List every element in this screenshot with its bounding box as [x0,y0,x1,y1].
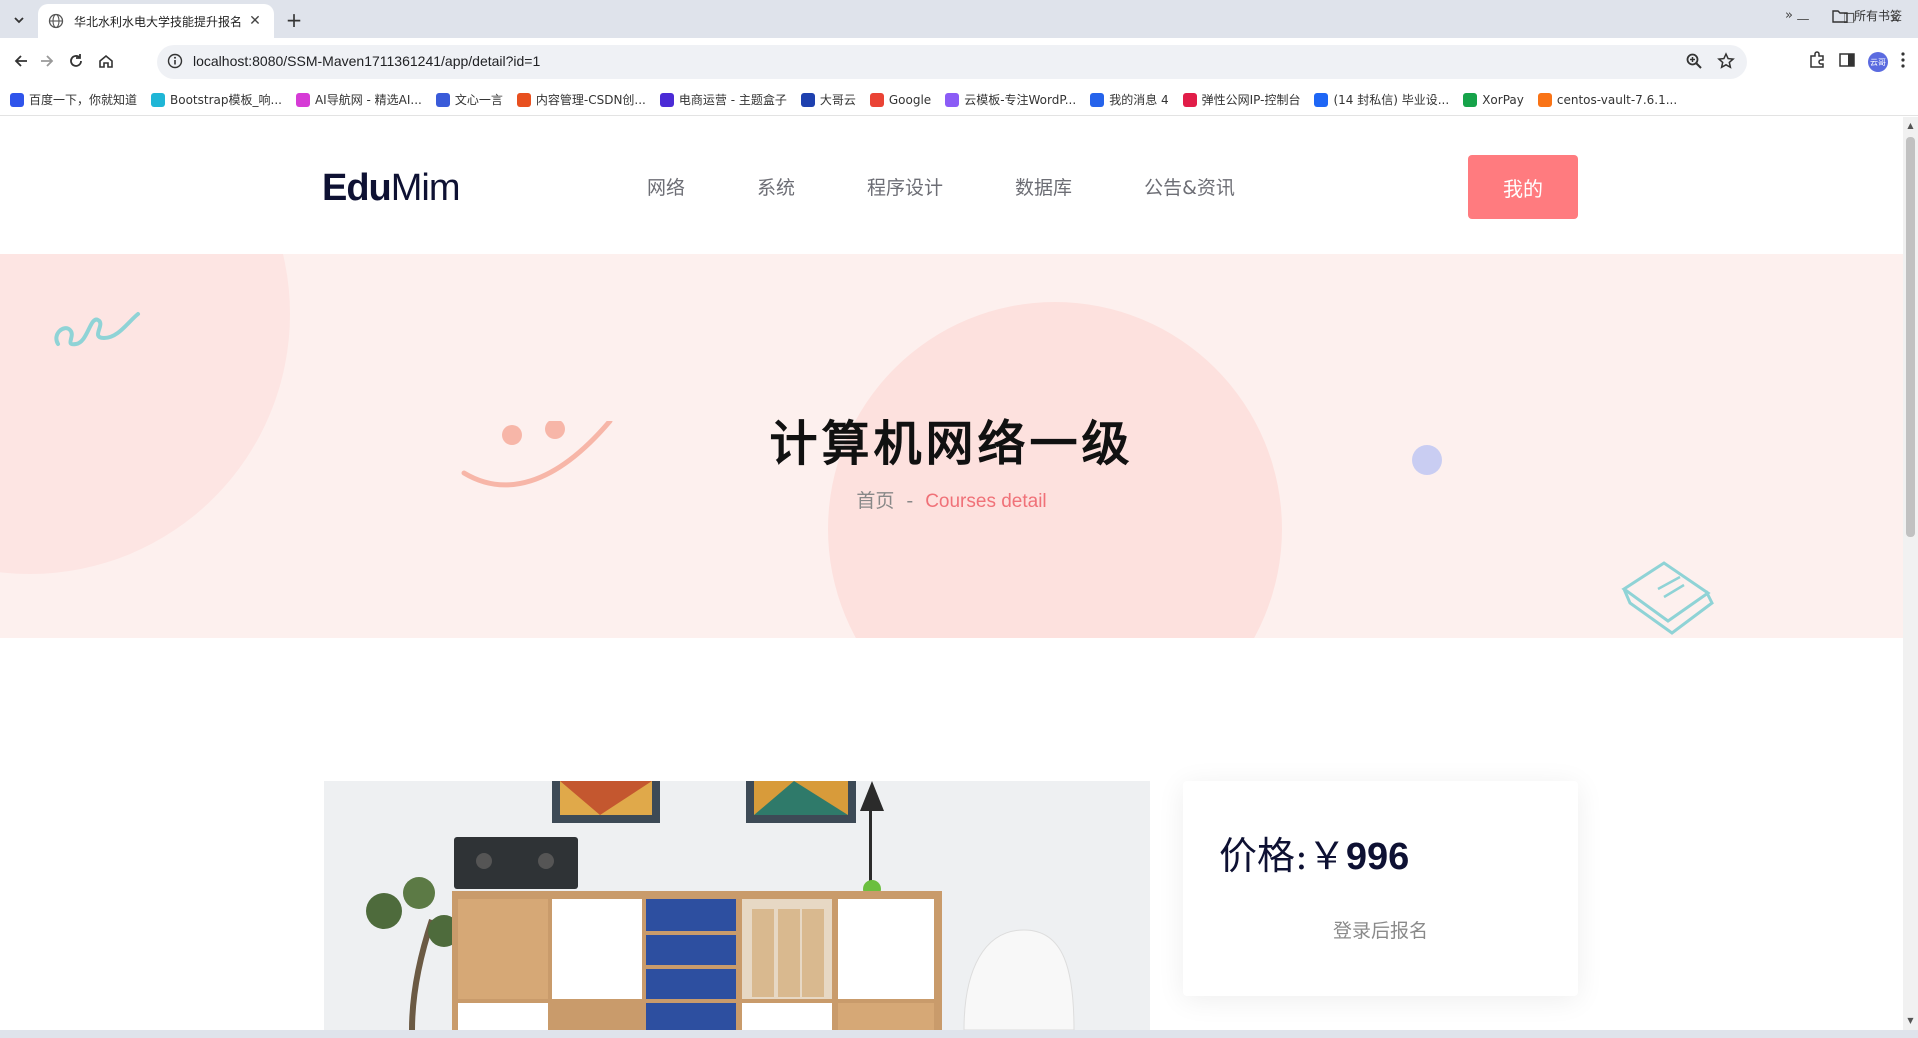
bookmark-label: 弹性公网IP-控制台 [1201,93,1301,107]
nav-item-news[interactable]: 公告&资讯 [1144,173,1235,200]
nav-item-database[interactable]: 数据库 [1015,173,1072,200]
bookmark-label: 内容管理-CSDN创... [535,93,646,107]
bookmark-item[interactable]: 弹性公网IP-控制台 [1182,91,1301,108]
bookmark-label: (14 封私信) 毕业设... [1333,93,1450,107]
login-to-enroll-link[interactable]: 登录后报名 [1183,916,1578,943]
more-bookmarks-icon[interactable]: » [1785,8,1793,23]
page-title: 计算机网络一级 [769,416,1134,472]
profile-avatar[interactable]: 云哥 [1868,52,1888,72]
bookmark-favicon-icon [435,92,450,107]
bookmark-item[interactable]: Bootstrap模板_响... [151,91,282,108]
bookmark-favicon-icon [945,92,960,107]
bookmark-star-icon[interactable] [1717,52,1735,74]
window-bottom-edge [0,1030,1918,1038]
site-header: EduMim 网络 系统 程序设计 数据库 公告&资讯 我的 [0,117,1903,254]
scroll-thumb[interactable] [1906,137,1915,537]
bookmark-item[interactable]: 云模板-专注WordP... [945,91,1076,108]
bookmark-item[interactable]: 百度一下，你就知道 [10,91,137,108]
bookmark-item[interactable]: XorPay [1463,92,1524,107]
bookmark-favicon-icon [516,92,531,107]
bookmark-item[interactable]: 文心一言 [435,91,503,108]
url-text[interactable]: localhost:8080/SSM-Maven1711361241/app/d… [193,53,540,69]
nav-item-network[interactable]: 网络 [647,173,685,200]
globe-icon [48,13,64,29]
nav-item-system[interactable]: 系统 [757,173,795,200]
breadcrumb-separator: - [906,490,914,512]
scroll-down-icon[interactable]: ▼ [1906,1016,1915,1026]
bookmark-item[interactable]: AI导航网 - 精选AI... [295,91,422,108]
bookmark-favicon-icon [659,92,674,107]
back-arrow-icon[interactable] [9,49,33,73]
bookmarks-bar: 百度一下，你就知道 Bootstrap模板_响... AI导航网 - 精选AI...… [0,84,1918,116]
bookmark-label: 文心一言 [454,93,503,107]
bookmark-favicon-icon [800,92,815,107]
forward-arrow-icon[interactable] [35,49,59,73]
bookmark-item[interactable]: 内容管理-CSDN创... [516,91,646,108]
bookmark-favicon-icon [869,92,884,107]
main-nav: 网络 系统 程序设计 数据库 公告&资讯 [647,173,1307,200]
bookmark-favicon-icon [1090,92,1105,107]
bookmark-item[interactable]: Google [869,92,932,107]
nav-item-programming[interactable]: 程序设计 [867,173,943,200]
bookmark-label: Google [888,92,932,107]
new-tab-icon[interactable]: + [282,8,306,32]
home-icon[interactable] [94,49,118,73]
bookmark-favicon-icon [1182,92,1197,107]
all-bookmarks-label: 所有书签 [1854,9,1903,23]
browser-tab-active[interactable]: 华北水利水电大学技能提升报名 ✕ [38,4,274,38]
bookmark-label: 电商运营 - 主题盒子 [678,93,787,107]
course-image [324,781,1150,1030]
bookmark-label: Bootstrap模板_响... [170,93,282,107]
bookmark-label: 百度一下，你就知道 [29,93,138,107]
bookmark-favicon-icon [1537,92,1552,107]
breadcrumb-current: Courses detail [925,491,1047,512]
my-account-button[interactable]: 我的 [1468,155,1578,219]
reload-icon[interactable] [64,49,88,73]
tab-search-icon[interactable] [8,9,30,31]
bookmark-favicon-icon [1314,92,1329,107]
page-hero: 计算机网络一级 首页 - Courses detail [0,254,1903,638]
page-scrollbar[interactable]: ▲ ▼ [1903,117,1918,1030]
address-bar[interactable]: localhost:8080/SSM-Maven1711361241/app/d… [157,45,1747,79]
site-logo[interactable]: EduMim [322,167,461,210]
bookmark-item[interactable]: centos-vault-7.6.1... [1537,92,1678,107]
page-viewport: EduMim 网络 系统 程序设计 数据库 公告&资讯 我的 计算机网络一级 首… [0,117,1903,1030]
bookmark-item[interactable]: 大哥云 [800,91,856,108]
bookmark-label: 云模板-专注WordP... [964,93,1077,107]
breadcrumb-home-link[interactable]: 首页 [856,490,894,512]
extensions-icon[interactable] [1808,51,1826,73]
menu-dots-icon[interactable] [1900,51,1906,73]
bookmark-favicon-icon [151,92,166,107]
browser-tab-strip: 华北水利水电大学技能提升报名 ✕ + — ❐ ✕ [0,0,1918,38]
book-decoration-icon [1621,561,1714,635]
breadcrumb: 首页 - Courses detail [0,486,1903,513]
squiggle-decoration-icon [54,312,140,347]
scroll-up-icon[interactable]: ▲ [1906,121,1915,131]
zoom-icon[interactable] [1685,52,1703,74]
bookmark-label: centos-vault-7.6.1... [1556,92,1678,107]
site-info-icon[interactable] [167,53,183,73]
bookmark-favicon-icon [10,92,24,107]
course-price: 价格:￥996 [1219,834,1410,878]
price-card: 价格:￥996 登录后报名 [1183,781,1578,996]
tab-title: 华北水利水电大学技能提升报名 [74,14,243,29]
bookmark-favicon-icon [295,92,310,107]
bookmark-label: 大哥云 [819,93,856,107]
bookmark-label: AI导航网 - 精选AI... [314,93,422,107]
bookmark-item[interactable]: 电商运营 - 主题盒子 [659,91,787,108]
bookmark-item[interactable]: 我的消息 4 [1090,91,1169,108]
folder-icon [1832,9,1848,23]
bookmark-label: XorPay [1482,92,1524,107]
bookmark-label: 我的消息 4 [1109,93,1169,107]
bookmark-favicon-icon [1463,92,1478,107]
side-panel-icon[interactable] [1838,51,1856,73]
close-tab-icon[interactable]: ✕ [246,12,264,30]
bookmark-item[interactable]: (14 封私信) 毕业设... [1314,91,1449,108]
all-bookmarks-button[interactable]: 所有书签 [1832,7,1902,24]
